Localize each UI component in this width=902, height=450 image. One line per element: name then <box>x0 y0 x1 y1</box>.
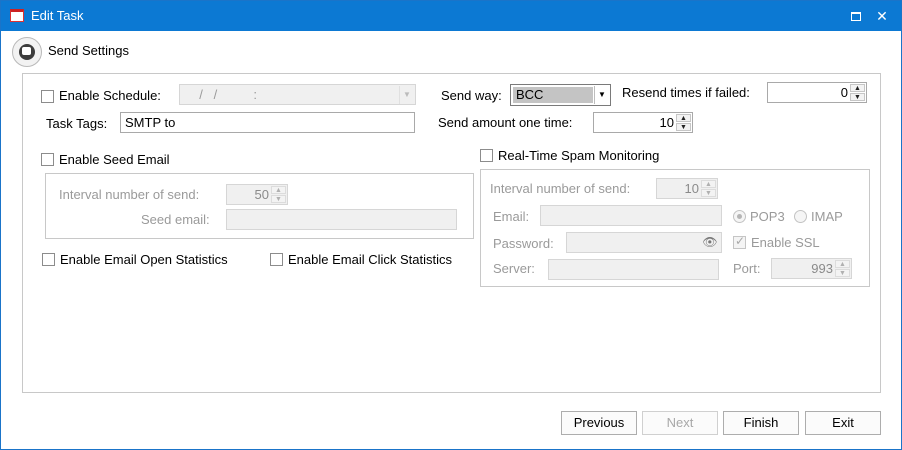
send-way-select[interactable]: BCC ▼ <box>510 84 611 106</box>
maximize-button[interactable] <box>847 7 865 25</box>
enable-seed-email-checkbox[interactable] <box>41 153 54 166</box>
send-way-value: BCC <box>513 87 593 103</box>
eye-icon[interactable]: 👁 <box>701 235 719 250</box>
enable-schedule-label: Enable Schedule: <box>59 88 161 103</box>
enable-ssl-checkbox[interactable]: ✓ <box>733 234 746 249</box>
spam-interval-stepper[interactable]: 10 ▲ ▼ <box>656 178 718 199</box>
imap-label: IMAP <box>811 209 843 224</box>
edit-task-window: Edit Task ✕ Send Settings Enable Schedul… <box>0 0 902 450</box>
enable-schedule-checkbox[interactable] <box>41 90 54 103</box>
pop3-radio[interactable] <box>733 210 746 223</box>
exit-button[interactable]: Exit <box>805 411 881 435</box>
title-bar[interactable]: Edit Task ✕ <box>1 1 901 31</box>
resend-value: 0 <box>840 85 848 100</box>
spam-port-value: 993 <box>811 261 833 276</box>
chevron-down-icon: ▼ <box>594 86 609 104</box>
email-click-stats-checkbox[interactable] <box>270 253 283 266</box>
send-amount-value: 10 <box>659 115 674 130</box>
schedule-datetime-value: / / : <box>192 87 258 102</box>
window-title: Edit Task <box>31 8 84 23</box>
spam-interval-label: Interval number of send: <box>490 181 631 196</box>
spin-down-icon[interactable]: ▼ <box>271 195 286 203</box>
seed-interval-value: 50 <box>254 187 269 202</box>
seed-email-input[interactable] <box>226 209 457 230</box>
spam-monitoring-checkbox[interactable] <box>480 149 493 162</box>
enable-seed-email-label: Enable Seed Email <box>59 152 170 167</box>
pop3-label: POP3 <box>750 209 785 224</box>
resend-label: Resend times if failed: <box>622 85 750 100</box>
spin-up-icon[interactable]: ▲ <box>835 260 850 268</box>
seed-interval-stepper[interactable]: 50 ▲ ▼ <box>226 184 288 205</box>
spam-monitoring-label: Real-Time Spam Monitoring <box>498 148 660 163</box>
imap-radio[interactable] <box>794 210 807 223</box>
spam-password-input[interactable]: 👁 <box>566 232 722 253</box>
maximize-icon <box>851 12 861 21</box>
spam-server-label: Server: <box>493 261 535 276</box>
spin-down-icon[interactable]: ▼ <box>676 123 691 131</box>
spam-password-label: Password: <box>493 236 554 251</box>
task-tags-input[interactable]: SMTP to <box>120 112 415 133</box>
resend-stepper[interactable]: 0 ▲ ▼ <box>767 82 867 103</box>
send-amount-stepper[interactable]: 10 ▲ ▼ <box>593 112 693 133</box>
seed-email-group: Interval number of send: 50 ▲ ▼ Seed emai… <box>45 173 474 239</box>
spam-email-input[interactable] <box>540 205 722 226</box>
spin-up-icon[interactable]: ▲ <box>850 84 865 92</box>
chat-bubble-icon <box>12 37 42 67</box>
seed-email-label: Seed email: <box>141 212 210 227</box>
spam-port-stepper[interactable]: 993 ▲ ▼ <box>771 258 852 279</box>
send-way-label: Send way: <box>441 88 502 103</box>
seed-interval-label: Interval number of send: <box>59 187 200 202</box>
close-icon: ✕ <box>876 8 888 24</box>
enable-ssl-label: Enable SSL <box>751 235 820 250</box>
finish-button[interactable]: Finish <box>723 411 799 435</box>
spin-up-icon[interactable]: ▲ <box>271 186 286 194</box>
close-button[interactable]: ✕ <box>873 7 891 25</box>
spam-email-label: Email: <box>493 209 530 224</box>
checkmark-icon: ✓ <box>735 234 746 248</box>
email-click-stats-label: Enable Email Click Statistics <box>288 252 452 267</box>
schedule-datetime-picker[interactable]: / / : ▼ <box>179 84 416 105</box>
section-title: Send Settings <box>48 43 129 58</box>
email-open-stats-checkbox[interactable] <box>42 253 55 266</box>
send-amount-label: Send amount one time: <box>438 115 573 130</box>
spin-up-icon[interactable]: ▲ <box>701 180 716 188</box>
settings-panel: Enable Schedule: / / : ▼ Send way: BCC ▼… <box>22 73 881 393</box>
next-button[interactable]: Next <box>642 411 718 435</box>
task-tags-label: Task Tags: <box>46 116 108 131</box>
spin-down-icon[interactable]: ▼ <box>850 93 865 101</box>
spam-port-label: Port: <box>733 261 761 276</box>
spin-down-icon[interactable]: ▼ <box>835 269 850 277</box>
previous-button[interactable]: Previous <box>561 411 637 435</box>
spam-server-input[interactable] <box>548 259 719 280</box>
spam-interval-value: 10 <box>684 181 699 196</box>
spin-up-icon[interactable]: ▲ <box>676 114 691 122</box>
spam-monitoring-group: Interval number of send: 10 ▲ ▼ Email: PO… <box>480 169 870 287</box>
app-icon <box>10 9 24 22</box>
email-open-stats-label: Enable Email Open Statistics <box>60 252 228 267</box>
chevron-down-icon: ▼ <box>399 86 414 104</box>
spin-down-icon[interactable]: ▼ <box>701 189 716 197</box>
